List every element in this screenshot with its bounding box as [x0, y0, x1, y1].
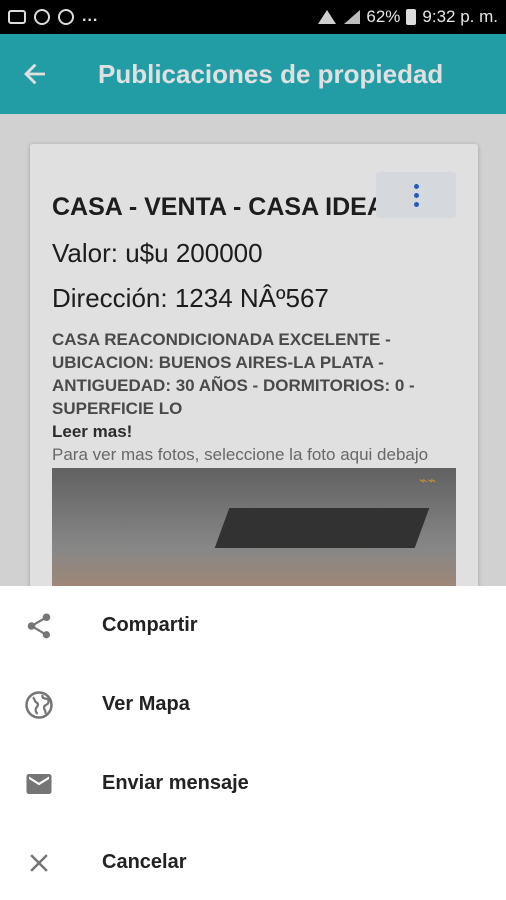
- view-map-option[interactable]: Ver Mapa: [0, 665, 506, 744]
- status-bar: ... 62% 9:32 p. m.: [0, 0, 506, 34]
- cancel-label: Cancelar: [102, 851, 187, 873]
- email-icon: [0, 769, 102, 799]
- send-message-option[interactable]: Enviar mensaje: [0, 744, 506, 823]
- share-icon: [0, 611, 102, 641]
- share-option[interactable]: Compartir: [0, 586, 506, 665]
- status-system: 62% 9:32 p. m.: [318, 7, 498, 27]
- cancel-option[interactable]: Cancelar: [0, 823, 506, 900]
- send-message-label: Enviar mensaje: [102, 772, 249, 794]
- globe-icon: [0, 690, 102, 720]
- view-map-label: Ver Mapa: [102, 693, 190, 715]
- battery-icon: [406, 9, 417, 25]
- share-label: Compartir: [102, 614, 198, 636]
- gallery-icon: [8, 10, 26, 24]
- wifi-icon: [318, 10, 337, 24]
- whatsapp-icon: [34, 9, 50, 25]
- status-notifications: ...: [8, 8, 98, 26]
- bottom-sheet: Compartir Ver Mapa Enviar mensaje Cancel…: [0, 586, 506, 900]
- heart-icon: [58, 9, 74, 25]
- more-notifications: ...: [82, 8, 99, 25]
- clock: 9:32 p. m.: [422, 7, 498, 26]
- battery-level: 62%: [366, 7, 401, 26]
- signal-icon: [342, 10, 361, 24]
- close-icon: [0, 848, 102, 878]
